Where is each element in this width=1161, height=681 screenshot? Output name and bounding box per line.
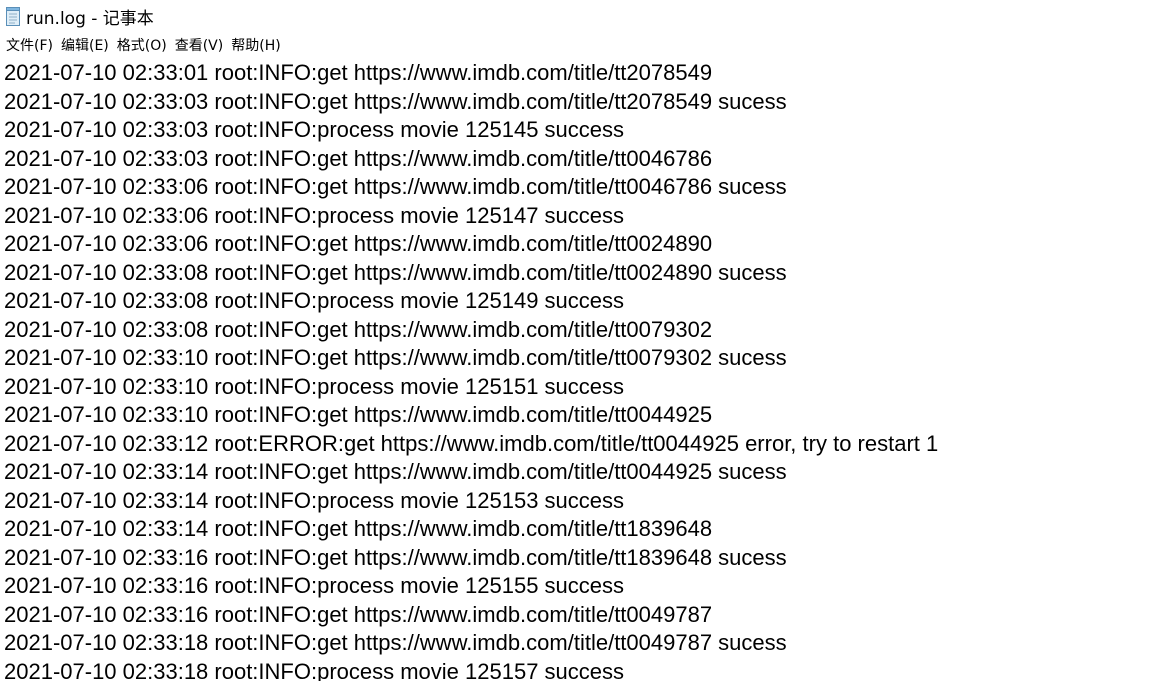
menu-bar: 文件(F) 编辑(E) 格式(O) 查看(V) 帮助(H) <box>0 33 1161 59</box>
menu-file[interactable]: 文件(F) <box>4 35 55 57</box>
log-line: 2021-07-10 02:33:06 root:INFO:get https:… <box>4 174 787 199</box>
log-line: 2021-07-10 02:33:03 root:INFO:process mo… <box>4 117 625 142</box>
log-line: 2021-07-10 02:33:03 root:INFO:get https:… <box>4 88 787 114</box>
log-line: 2021-07-10 02:33:03 root:INFO:get https:… <box>4 145 713 171</box>
log-line: 2021-07-10 02:33:10 root:INFO:get https:… <box>4 402 713 427</box>
menu-help[interactable]: 帮助(H) <box>229 35 282 57</box>
title-bar[interactable]: run.log - 记事本 <box>0 0 1161 33</box>
log-line: 2021-07-10 02:33:18 root:INFO:get https:… <box>4 630 787 655</box>
log-line: 2021-07-10 02:33:01 root:INFO:get https:… <box>4 60 713 85</box>
log-line: 2021-07-10 02:33:14 root:INFO:process mo… <box>4 487 625 513</box>
notepad-window: run.log - 记事本 文件(F) 编辑(E) 格式(O) 查看(V) 帮助… <box>0 0 1161 681</box>
log-line: 2021-07-10 02:33:12 root:ERROR:get https… <box>4 430 939 456</box>
log-line: 2021-07-10 02:33:16 root:INFO:get https:… <box>4 544 787 570</box>
log-line: 2021-07-10 02:33:06 root:INFO:get https:… <box>4 231 713 256</box>
log-line: 2021-07-10 02:33:08 root:INFO:get https:… <box>4 316 713 342</box>
menu-edit[interactable]: 编辑(E) <box>59 35 111 57</box>
menu-view[interactable]: 查看(V) <box>173 35 226 57</box>
log-line: 2021-07-10 02:33:18 root:INFO:process mo… <box>4 658 625 681</box>
log-line: 2021-07-10 02:33:10 root:INFO:process mo… <box>4 373 625 399</box>
notepad-icon <box>6 7 20 26</box>
log-line: 2021-07-10 02:33:14 root:INFO:get https:… <box>4 459 787 484</box>
log-line: 2021-07-10 02:33:16 root:INFO:get https:… <box>4 601 713 627</box>
log-line: 2021-07-10 02:33:08 root:INFO:get https:… <box>4 259 787 285</box>
log-line: 2021-07-10 02:33:10 root:INFO:get https:… <box>4 345 787 370</box>
menu-format[interactable]: 格式(O) <box>115 35 169 57</box>
text-editor-area[interactable]: 2021-07-10 02:33:01 root:INFO:get https:… <box>0 58 1161 681</box>
log-line: 2021-07-10 02:33:14 root:INFO:get https:… <box>4 516 713 541</box>
log-line: 2021-07-10 02:33:06 root:INFO:process mo… <box>4 202 625 228</box>
window-title: run.log - 记事本 <box>26 9 154 29</box>
log-line: 2021-07-10 02:33:16 root:INFO:process mo… <box>4 573 625 598</box>
log-line: 2021-07-10 02:33:08 root:INFO:process mo… <box>4 288 625 313</box>
